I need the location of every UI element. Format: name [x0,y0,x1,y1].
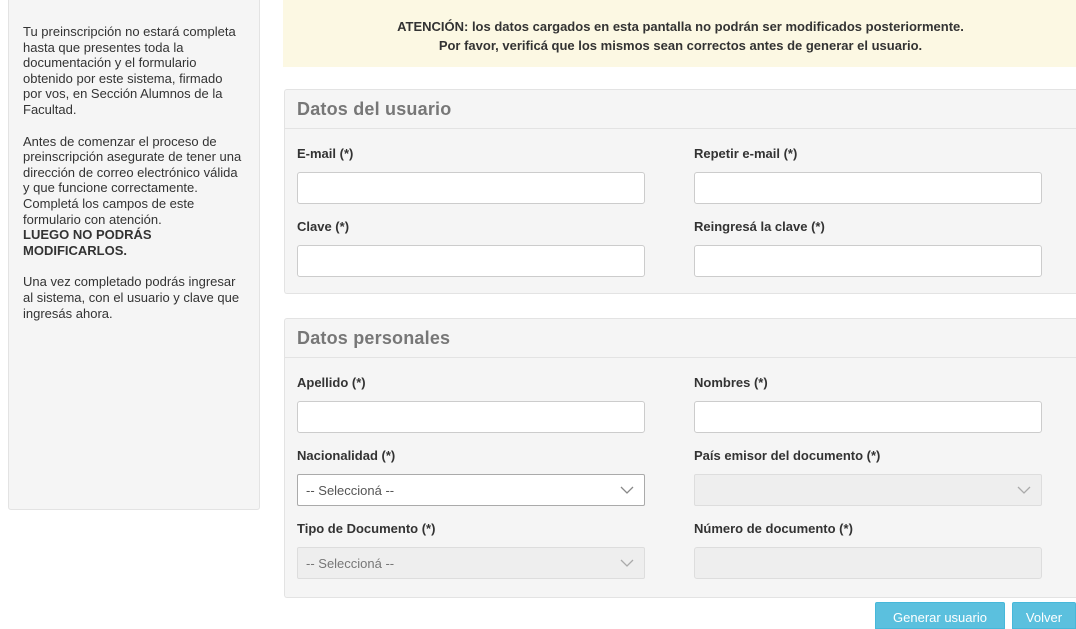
pais-emisor-label: País emisor del documento (*) [694,448,881,463]
info-paragraph-documentation: Tu preinscripción no estará completa has… [23,24,236,117]
nombres-field[interactable] [694,401,1042,433]
apellido-group: Apellido (*) [297,375,645,433]
volver-button[interactable]: Volver [1012,602,1076,629]
apellido-label: Apellido (*) [297,375,366,390]
panel-title-usuario: Datos del usuario [285,90,1076,129]
numero-documento-label: Número de documento (*) [694,521,853,536]
info-paragraph-email: Antes de comenzar el proceso de preinscr… [23,134,243,259]
pais-emisor-group: País emisor del documento (*) [694,448,1042,506]
repeat-email-field[interactable] [694,172,1042,204]
password-group: Clave (*) [297,219,645,277]
nombres-group: Nombres (*) [694,375,1042,433]
tipo-documento-selected-value: -- Seleccioná -- [306,556,395,571]
panel-datos-usuario: Datos del usuario E-mail (*) Repetir e-m… [284,89,1076,294]
alert-line-1: ATENCIÓN: los datos cargados en esta pan… [397,19,964,34]
tipo-documento-group: Tipo de Documento (*) -- Seleccioná -- [297,521,645,579]
repeat-password-label: Reingresá la clave (*) [694,219,825,234]
chevron-down-icon [1017,486,1031,494]
chevron-down-icon [620,486,634,494]
panel-title-personales: Datos personales [285,319,1076,358]
info-warning-strong: LUEGO NO PODRÁS MODIFICARLOS. [23,227,152,258]
nacionalidad-select[interactable]: -- Seleccioná -- [297,474,645,506]
info-paragraph-email-text: Antes de comenzar el proceso de preinscr… [23,133,242,227]
repeat-password-field[interactable] [694,245,1042,277]
email-field[interactable] [297,172,645,204]
nombres-label: Nombres (*) [694,375,768,390]
tipo-documento-label: Tipo de Documento (*) [297,521,436,536]
generar-usuario-button[interactable]: Generar usuario [875,602,1005,629]
tipo-documento-select: -- Seleccioná -- [297,547,645,579]
nacionalidad-group: Nacionalidad (*) -- Seleccioná -- [297,448,645,506]
nacionalidad-selected-value: -- Seleccioná -- [306,483,395,498]
info-paragraph-login: Una vez completado podrás ingresar al si… [23,274,240,321]
password-label: Clave (*) [297,219,350,234]
attention-alert: ATENCIÓN: los datos cargados en esta pan… [283,0,1076,67]
repeat-password-group: Reingresá la clave (*) [694,219,1042,277]
chevron-down-icon [620,559,634,567]
repeat-email-group: Repetir e-mail (*) [694,146,1042,204]
panel-datos-personales: Datos personales Apellido (*) Nombres (*… [284,318,1076,598]
email-label: E-mail (*) [297,146,354,161]
pais-emisor-select [694,474,1042,506]
numero-documento-group: Número de documento (*) [694,521,1042,579]
repeat-email-label: Repetir e-mail (*) [694,146,798,161]
alert-line-2: Por favor, verificá que los mismos sean … [438,38,923,53]
numero-documento-field [694,547,1042,579]
nacionalidad-label: Nacionalidad (*) [297,448,396,463]
password-field[interactable] [297,245,645,277]
sidebar-info: Tu preinscripción no estará completa has… [8,0,260,510]
apellido-field[interactable] [297,401,645,433]
email-group: E-mail (*) [297,146,645,204]
